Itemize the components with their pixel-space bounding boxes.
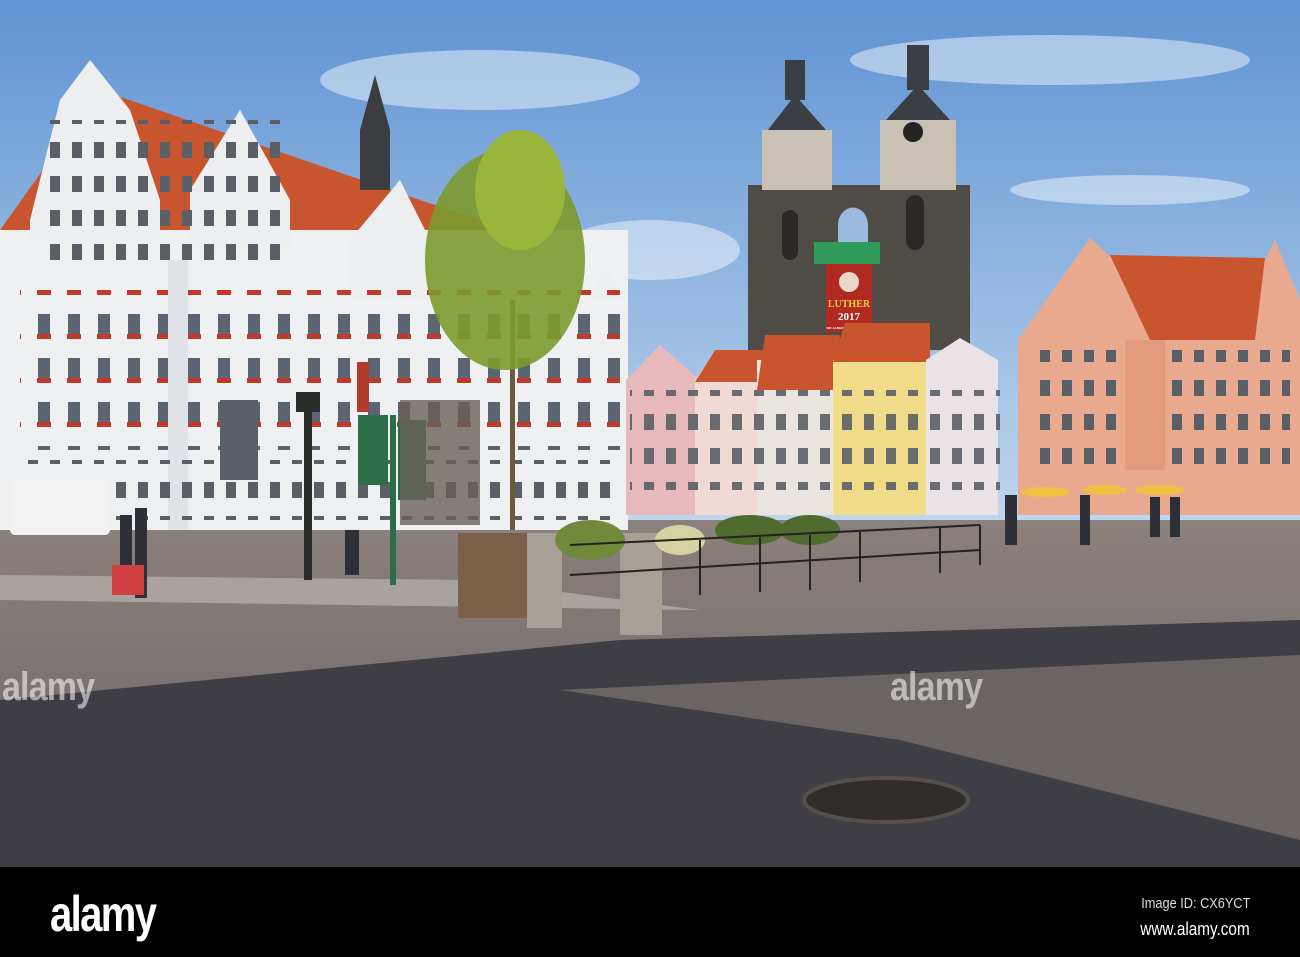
image-id: Image ID: CX6YCT <box>1140 895 1250 912</box>
photo-market-square: LUTHER 2017 500 JAHRE REFORMATION <box>0 0 1300 957</box>
town-square-photo: LUTHER 2017 500 JAHRE REFORMATION <box>0 0 1300 867</box>
banner-line1: LUTHER <box>828 299 871 310</box>
statue-monument <box>400 400 480 525</box>
banner-line2: 2017 <box>838 311 861 323</box>
van <box>10 480 110 535</box>
manhole-cover <box>802 776 970 824</box>
watermark-left: alamy <box>2 665 95 709</box>
alamy-logo: alamy <box>50 886 157 942</box>
site-url: www.alamy.com <box>1140 919 1250 939</box>
sign-post <box>358 415 388 485</box>
info-board <box>220 400 258 480</box>
watermark-right: alamy <box>890 665 983 709</box>
street-lamp <box>304 400 312 580</box>
footer-bar: alamy Image ID: CX6YCT www.alamy.com <box>0 867 1300 957</box>
